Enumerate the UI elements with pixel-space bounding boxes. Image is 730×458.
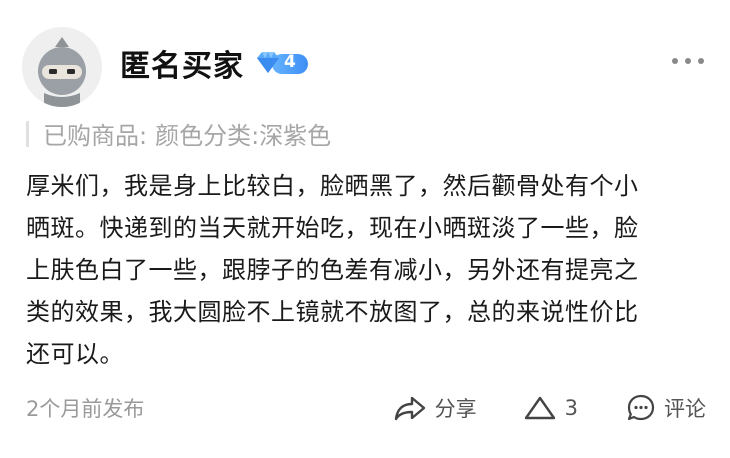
review-line: 上肤色白了一些，跟脖子的色差有减小，另外还有提亮之 [26,256,639,284]
share-label: 分享 [434,397,477,421]
dot [698,58,704,64]
level-badge: 4 [254,50,310,76]
spec-value: 深紫色 [259,122,332,150]
review-line: 还可以。 [26,340,124,368]
ninja-avatar-icon [22,27,102,107]
comment-button[interactable]: 评论 [626,393,706,423]
comment-label: 评论 [664,397,706,421]
purchased-item-info[interactable]: 已购商品: 颜色分类: 深紫色 [26,116,331,151]
more-dots-icon[interactable] [672,58,704,64]
level-number: 4 [284,52,296,72]
post-time: 2个月前发布 [26,397,145,421]
review-line: 类的效果，我大圆脸不上镜就不放图了，总的来说性价比 [26,298,639,326]
username[interactable]: 匿名买家 [120,41,244,85]
review-footer: 2个月前发布 分享 3 评论 [26,388,706,428]
like-button[interactable]: 3 [523,394,578,422]
action-bar: 分享 3 评论 [393,393,706,423]
dot [685,58,691,64]
diamond-icon [257,52,279,73]
triangle-like-icon [524,396,555,420]
like-count: 3 [564,396,578,420]
share-arrow-icon [394,396,425,421]
share-button[interactable]: 分享 [393,393,477,423]
comment-bubble-icon [627,394,655,421]
avatar[interactable] [22,27,102,107]
review-text: 厚米们，我是身上比较白，脸晒黑了，然后颧骨处有个小 晒斑。快递到的当天就开始吃，… [26,165,706,375]
dot [672,58,678,64]
spec-label: 颜色分类: [155,122,260,150]
review-header: 匿名买家 4 [22,26,310,108]
review-line: 晒斑。快递到的当天就开始吃，现在小晒斑淡了一些，脸 [26,214,639,242]
review-card: 匿名买家 4 已购商品: 颜色分类: 深紫色 厚米们，我是身上比较白，脸晒黑了，… [0,0,730,458]
purchased-label: 已购商品: [43,122,148,150]
review-line: 厚米们，我是身上比较白，脸晒黑了，然后颧骨处有个小 [26,172,639,200]
purchased-divider [26,120,29,147]
